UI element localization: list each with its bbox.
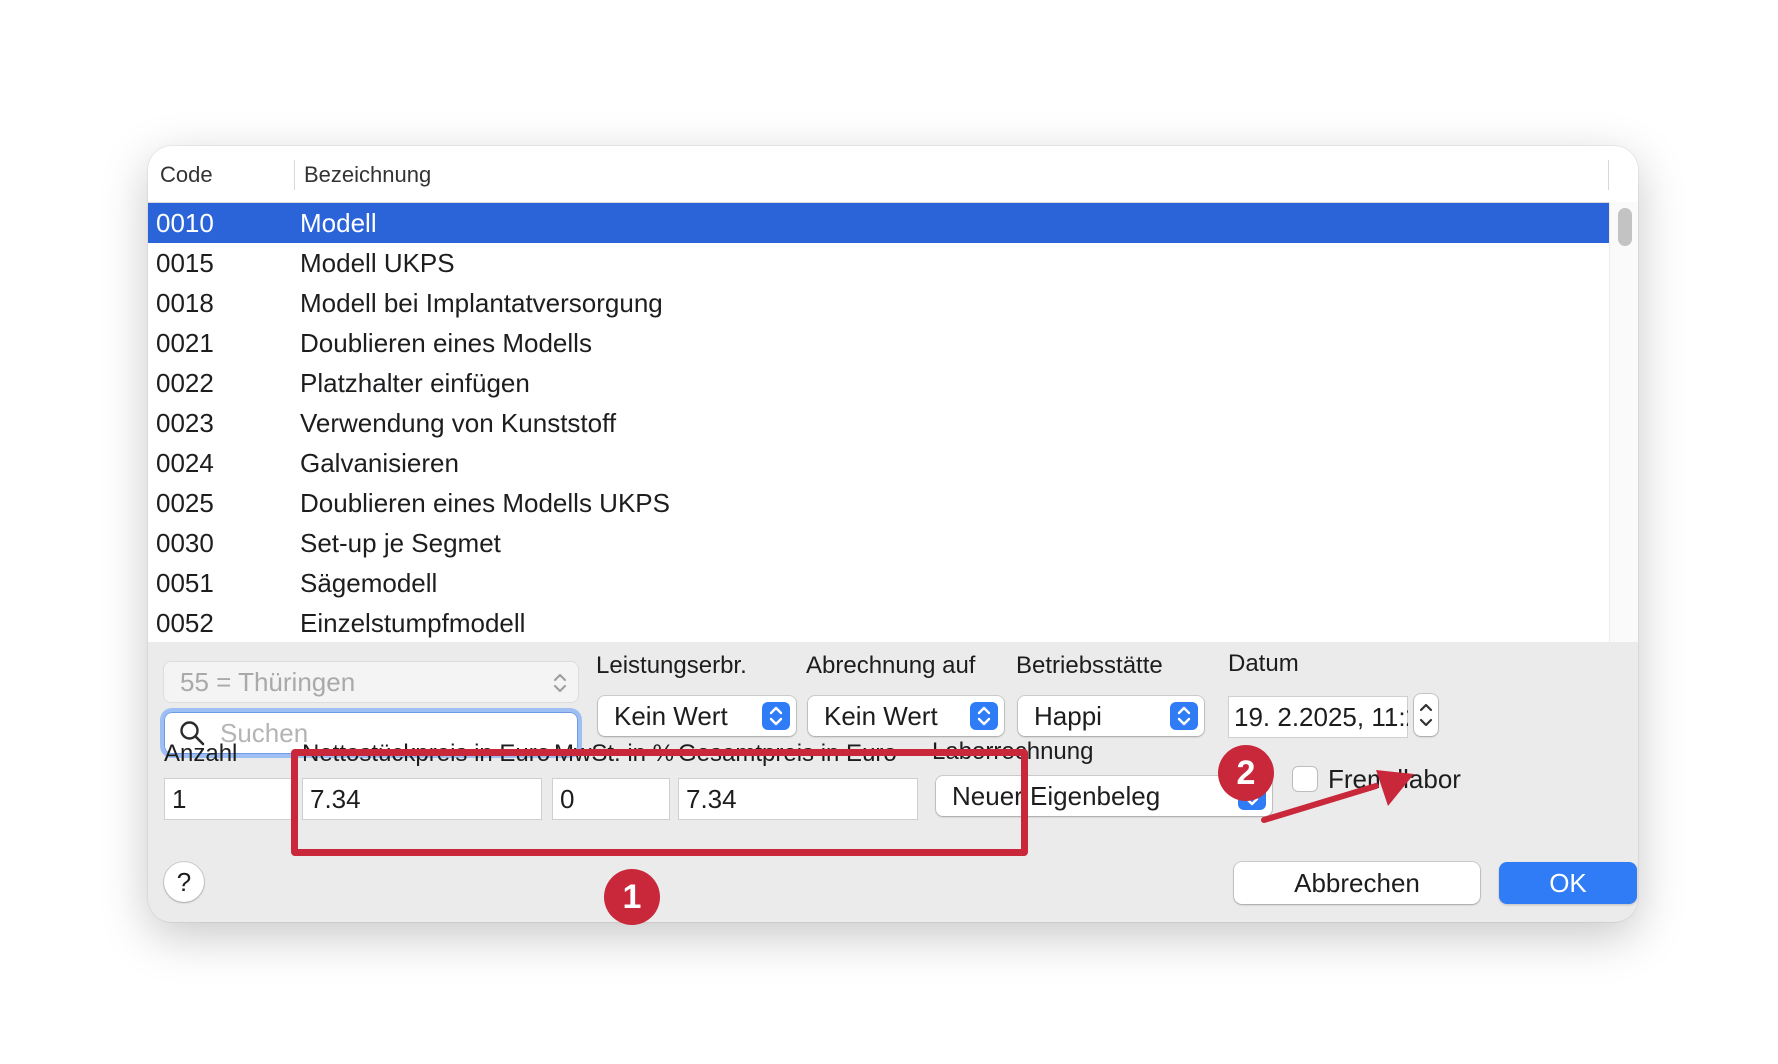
annotation-arrow-icon [1261,770,1414,823]
